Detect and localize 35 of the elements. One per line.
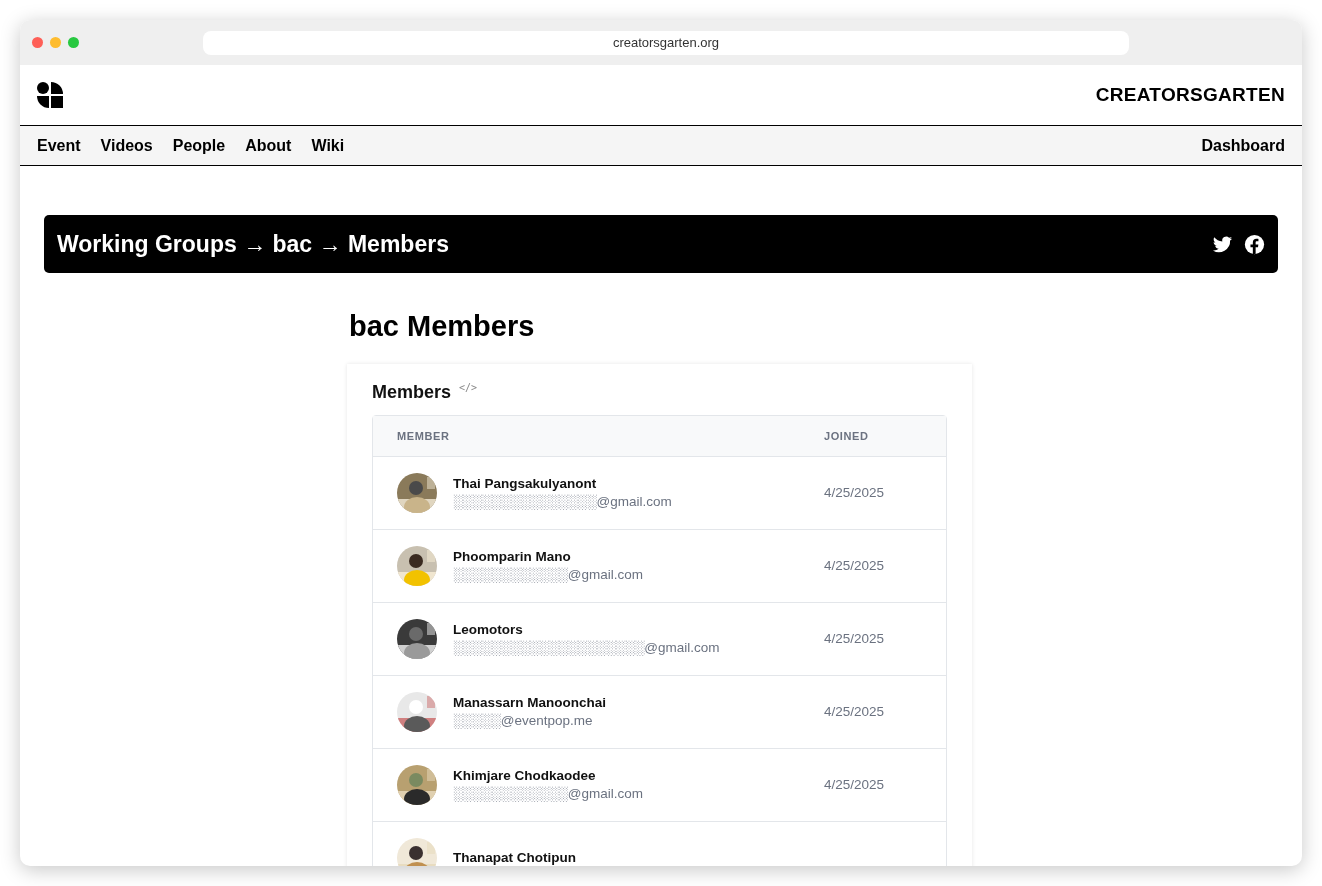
page-heading: bac Members bbox=[349, 309, 536, 344]
member-email: ░░░░░░░░░░░░░░░@gmail.com bbox=[453, 494, 672, 510]
nav-link[interactable]: About bbox=[245, 136, 292, 155]
nav-link[interactable]: Dashboard bbox=[1201, 136, 1285, 155]
zoom-dot[interactable] bbox=[68, 37, 79, 48]
minimize-dot[interactable] bbox=[50, 37, 61, 48]
joined-date: 4/25/2025 bbox=[824, 777, 886, 793]
joined-date: 4/25/2025 bbox=[824, 704, 886, 720]
member-name: Manassarn Manoonchai bbox=[453, 695, 607, 711]
member-email: ░░░░░@eventpop.me bbox=[453, 713, 594, 729]
member-name: Leomotors bbox=[453, 622, 524, 638]
nav-link[interactable]: Event bbox=[37, 136, 81, 155]
card-title: Members bbox=[372, 381, 452, 403]
joined-date: 4/25/2025 bbox=[824, 485, 886, 501]
member-email: ░░░░░░░░░░░░@gmail.com bbox=[453, 567, 643, 583]
joined-date: 4/25/2025 bbox=[824, 631, 886, 647]
close-dot[interactable] bbox=[32, 37, 43, 48]
logo-icon[interactable] bbox=[37, 82, 63, 108]
nav-link[interactable]: Videos bbox=[100, 136, 153, 155]
site-brand[interactable]: CREATORSGARTEN bbox=[1095, 84, 1285, 106]
breadcrumb-title: Working Groups → bac → Members bbox=[57, 230, 449, 258]
address-bar[interactable]: creatorsgarten.org bbox=[203, 30, 1129, 55]
joined-date: 4/25/2025 bbox=[824, 558, 886, 574]
nav-link[interactable]: People bbox=[172, 136, 226, 155]
member-name: Phoomparin Mano bbox=[453, 549, 572, 565]
code-icon[interactable]: </> bbox=[459, 381, 478, 393]
member-email: ░░░░░░░░░░░░@gmail.com bbox=[453, 786, 643, 802]
nav-link[interactable]: Wiki bbox=[311, 136, 345, 155]
member-name: Thanapat Chotipun bbox=[453, 850, 576, 866]
column-header: JOINED bbox=[824, 429, 870, 442]
facebook-icon[interactable] bbox=[1244, 233, 1265, 255]
member-name: Khimjare Chodkaodee bbox=[453, 768, 597, 784]
member-name: Thai Pangsakulyanont bbox=[453, 476, 598, 492]
member-email: ░░░░░░░░░░░░░░░░░░░░@gmail.com bbox=[453, 640, 720, 656]
column-header: MEMBER bbox=[396, 429, 451, 442]
